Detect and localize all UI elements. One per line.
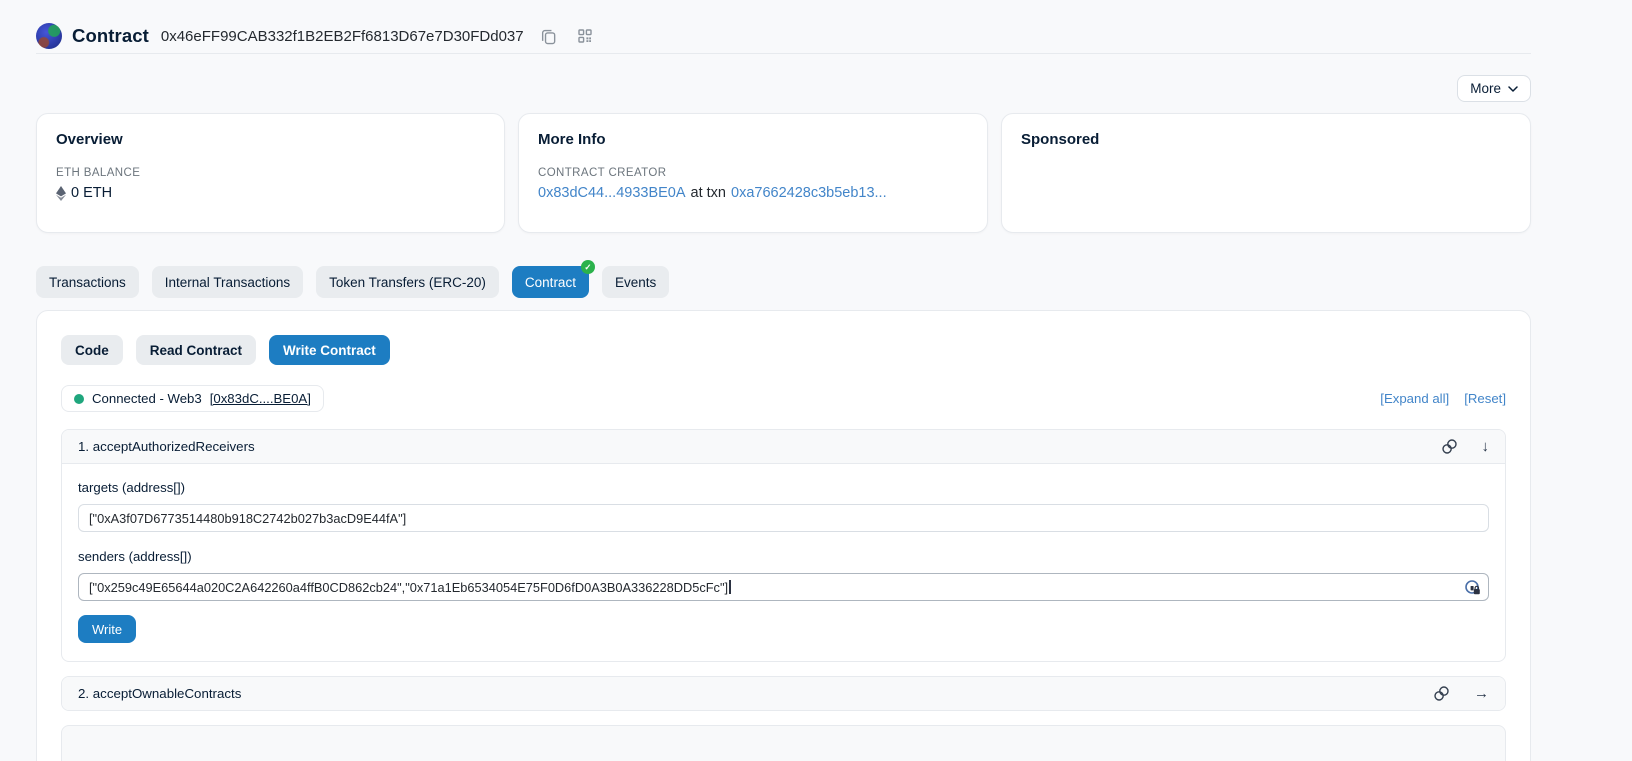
senders-field-label: senders (address[]) bbox=[78, 549, 1489, 564]
senders-input-value: ["0x259c49E65644a020C2A642260a4ffB0CD862… bbox=[89, 580, 728, 595]
function-2-title: 2. acceptOwnableContracts bbox=[78, 686, 241, 701]
tab-transactions[interactable]: Transactions bbox=[36, 266, 139, 298]
wallet-connection-status: Connected - Web3 [0x83dC....BE0A] bbox=[61, 385, 324, 412]
collapse-arrow-icon[interactable]: ↓ bbox=[1482, 439, 1490, 454]
reset-link[interactable]: [Reset] bbox=[1464, 391, 1506, 406]
overview-card-title: Overview bbox=[56, 131, 485, 148]
copy-address-button[interactable] bbox=[538, 25, 560, 47]
tab-contract[interactable]: Contract ✓ bbox=[512, 266, 589, 298]
function-2-header-icons: → bbox=[1433, 685, 1489, 702]
more-button-label: More bbox=[1470, 81, 1501, 96]
eth-balance-label: ETH BALANCE bbox=[56, 167, 485, 179]
function-1-header[interactable]: 1. acceptAuthorizedReceivers ↓ bbox=[62, 430, 1505, 463]
contract-avatar bbox=[36, 23, 62, 49]
function-2-header[interactable]: 2. acceptOwnableContracts → bbox=[62, 677, 1505, 710]
password-manager-lock-icon[interactable] bbox=[1464, 579, 1481, 599]
permalink-icon[interactable] bbox=[1441, 438, 1458, 455]
subtab-write-contract[interactable]: Write Contract bbox=[269, 335, 390, 365]
contract-panel: Code Read Contract Write Contract Connec… bbox=[36, 310, 1531, 761]
targets-input[interactable]: ["0xA3f07D6773514480b918C2742b027b3acD9E… bbox=[78, 504, 1489, 532]
ethereum-icon bbox=[56, 186, 66, 201]
contract-creator-value-row: 0x83dC44...4933BE0A at txn 0xa7662428c3b… bbox=[538, 185, 968, 201]
text-cursor bbox=[729, 580, 731, 594]
page-container: Contract 0x46eFF99CAB332f1B2EB2Ff6813D67… bbox=[36, 0, 1531, 761]
function-1-title: 1. acceptAuthorizedReceivers bbox=[78, 439, 255, 454]
subtab-read-contract[interactable]: Read Contract bbox=[136, 335, 256, 365]
eth-balance-value: 0 ETH bbox=[71, 185, 112, 201]
function-panel-1: 1. acceptAuthorizedReceivers ↓ targets (… bbox=[61, 429, 1506, 662]
expand-arrow-icon[interactable]: → bbox=[1474, 686, 1489, 701]
qr-code-icon bbox=[577, 28, 593, 44]
overview-card: Overview ETH BALANCE 0 ETH bbox=[36, 113, 505, 233]
tab-contract-label: Contract bbox=[525, 275, 576, 290]
function-panel-3-partial[interactable] bbox=[61, 725, 1506, 761]
creation-txn-link[interactable]: 0xa7662428c3b5eb13... bbox=[731, 185, 887, 201]
qr-code-button[interactable] bbox=[574, 25, 596, 47]
verified-check-badge: ✓ bbox=[581, 260, 595, 274]
more-info-card: More Info CONTRACT CREATOR 0x83dC44...49… bbox=[518, 113, 988, 233]
connected-wallet-link[interactable]: [0x83dC....BE0A] bbox=[210, 391, 311, 406]
function-1-body: targets (address[]) ["0xA3f07D6773514480… bbox=[62, 463, 1505, 661]
main-tabs: Transactions Internal Transactions Token… bbox=[36, 266, 1531, 298]
senders-input[interactable]: ["0x259c49E65644a020C2A642260a4ffB0CD862… bbox=[78, 573, 1489, 601]
subtab-code[interactable]: Code bbox=[61, 335, 123, 365]
expand-all-link[interactable]: [Expand all] bbox=[1380, 391, 1449, 406]
contract-creator-label: CONTRACT CREATOR bbox=[538, 167, 968, 179]
panel-actions: [Expand all] [Reset] bbox=[1380, 391, 1506, 406]
tab-events[interactable]: Events bbox=[602, 266, 669, 298]
function-panel-2: 2. acceptOwnableContracts → bbox=[61, 676, 1506, 711]
contract-address: 0x46eFF99CAB332f1B2EB2Ff6813D67e7D30FDd0… bbox=[161, 28, 524, 45]
sponsored-card: Sponsored bbox=[1001, 113, 1531, 233]
more-dropdown-button[interactable]: More bbox=[1457, 75, 1531, 102]
sponsored-card-title: Sponsored bbox=[1021, 131, 1511, 148]
connection-row: Connected - Web3 [0x83dC....BE0A] [Expan… bbox=[61, 385, 1506, 412]
eth-balance-value-row: 0 ETH bbox=[56, 185, 485, 201]
contract-header: Contract 0x46eFF99CAB332f1B2EB2Ff6813D67… bbox=[36, 0, 1531, 50]
targets-input-value: ["0xA3f07D6773514480b918C2742b027b3acD9E… bbox=[89, 511, 406, 526]
connection-status-text: Connected - Web3 bbox=[92, 391, 202, 406]
connected-status-dot bbox=[74, 394, 84, 404]
tab-token-transfers[interactable]: Token Transfers (ERC-20) bbox=[316, 266, 499, 298]
chevron-down-icon bbox=[1508, 86, 1518, 92]
info-cards-row: Overview ETH BALANCE 0 ETH More Info CON… bbox=[36, 113, 1531, 233]
copy-icon bbox=[540, 28, 557, 45]
function-1-header-icons: ↓ bbox=[1441, 438, 1490, 455]
toolbar-row: More bbox=[36, 75, 1531, 102]
at-txn-text: at txn bbox=[691, 185, 726, 201]
header-divider bbox=[36, 53, 1531, 54]
creator-address-link[interactable]: 0x83dC44...4933BE0A bbox=[538, 185, 686, 201]
page-title: Contract bbox=[72, 25, 149, 47]
contract-subtabs: Code Read Contract Write Contract bbox=[61, 335, 1506, 365]
tab-internal-transactions[interactable]: Internal Transactions bbox=[152, 266, 303, 298]
targets-field-label: targets (address[]) bbox=[78, 480, 1489, 495]
more-info-card-title: More Info bbox=[538, 131, 968, 148]
write-button[interactable]: Write bbox=[78, 615, 136, 643]
permalink-icon[interactable] bbox=[1433, 685, 1450, 702]
